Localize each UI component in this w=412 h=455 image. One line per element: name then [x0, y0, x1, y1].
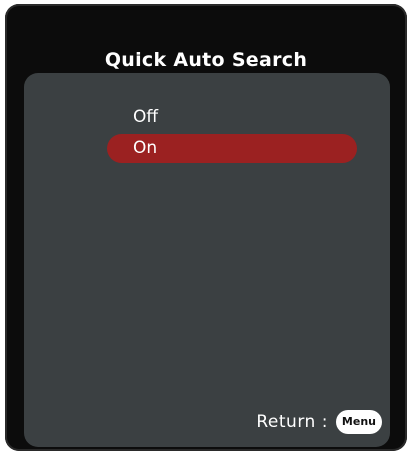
option-off[interactable]: Off: [107, 103, 357, 132]
osd-dialog: Quick Auto Search Off On Return : Menu: [5, 4, 407, 451]
dialog-title: Quick Auto Search: [104, 49, 308, 71]
menu-button[interactable]: Menu: [335, 410, 382, 434]
options-panel: Off On Return : Menu: [24, 73, 390, 447]
return-label: Return :: [256, 412, 328, 432]
option-on[interactable]: On: [107, 134, 357, 163]
return-hint: Return : Menu: [256, 409, 382, 435]
